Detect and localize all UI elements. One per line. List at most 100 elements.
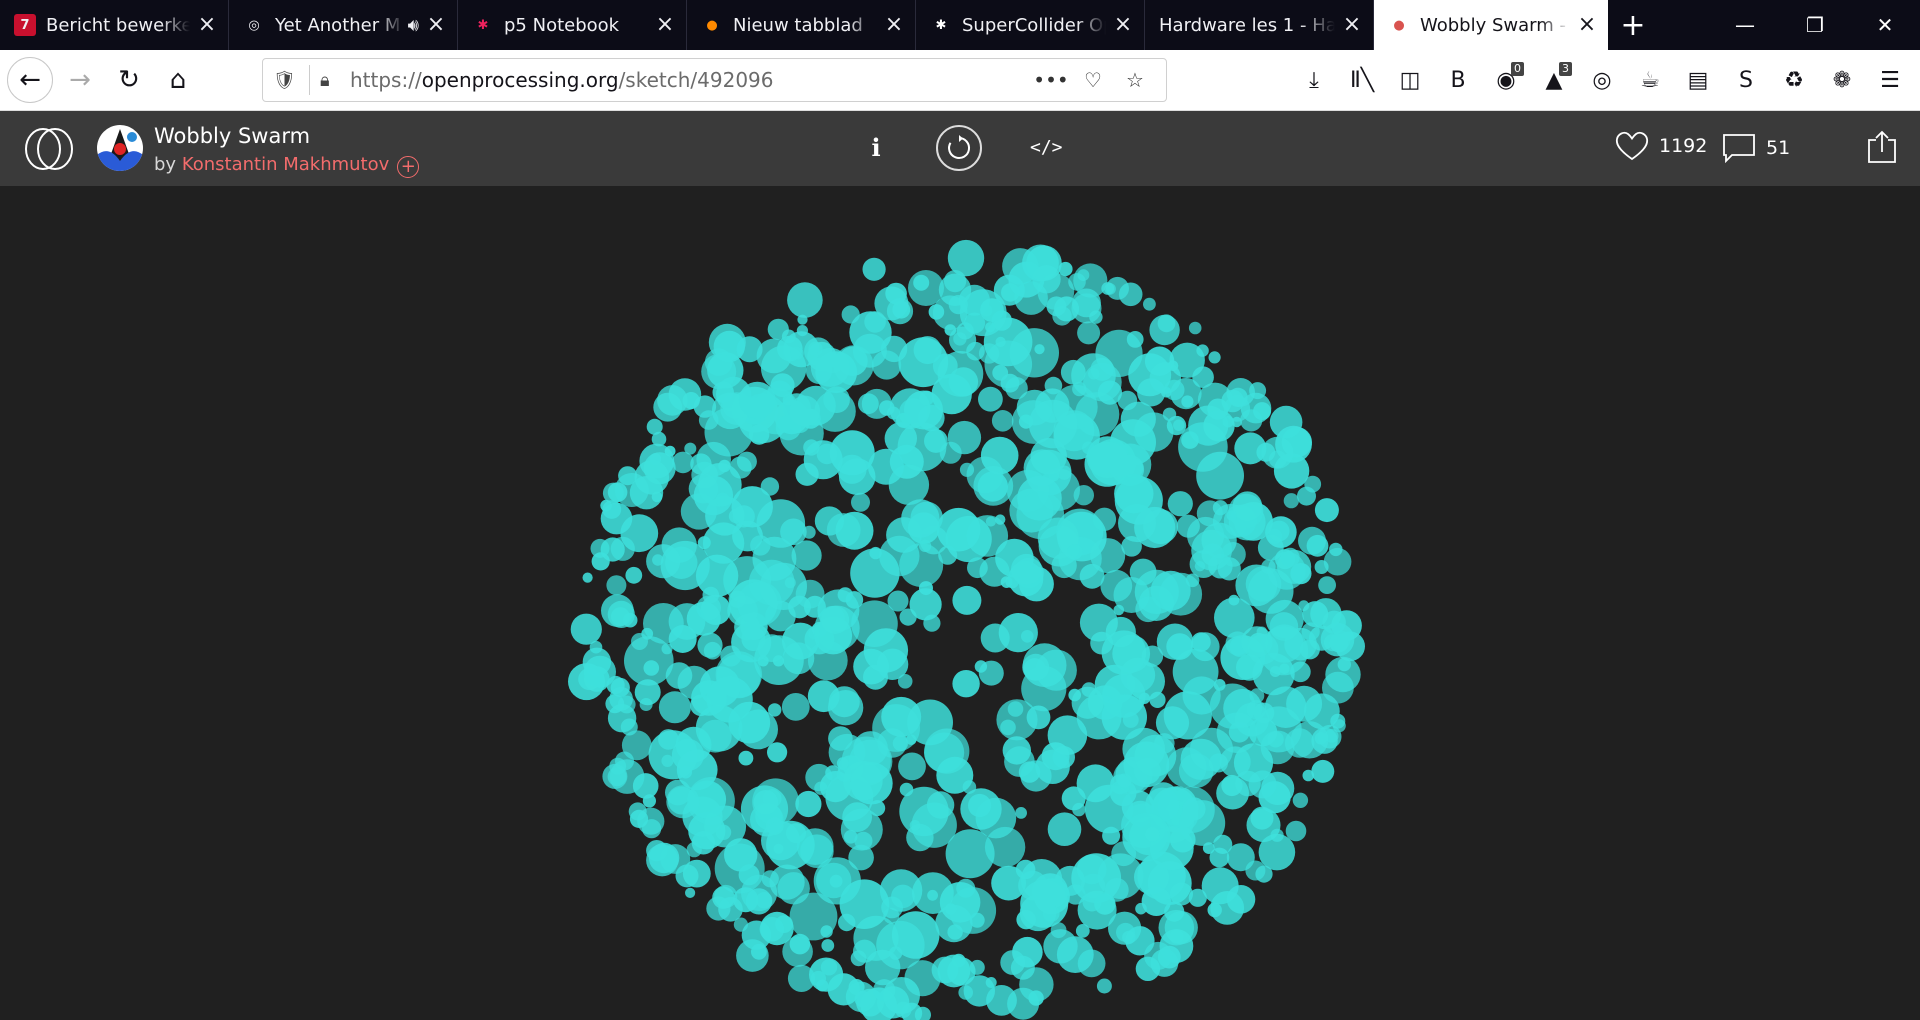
- author-link[interactable]: Konstantin Makhmutov: [182, 154, 389, 175]
- window-controls: — ❐ ✕: [1710, 0, 1920, 50]
- new-tab-button[interactable]: +: [1608, 0, 1658, 50]
- bookmark-star-icon[interactable]: ☆: [1114, 68, 1156, 92]
- swarm-particle: [1167, 491, 1193, 517]
- url-bar[interactable]: 🛡︎ 🔒︎ https://openprocessing.org/sketch/…: [262, 58, 1167, 102]
- swarm-particle: [985, 516, 997, 527]
- swarm-particle: [891, 911, 940, 959]
- close-tab-icon[interactable]: ×: [654, 14, 676, 36]
- swarm-particle: [912, 872, 954, 914]
- lastpass-icon[interactable]: ◎: [1578, 60, 1626, 100]
- swarm-particle: [1094, 893, 1116, 915]
- swarm-particle: [625, 566, 643, 584]
- swarm-particle: [1090, 357, 1114, 381]
- ublock-icon[interactable]: ◉ 0: [1482, 60, 1530, 100]
- downloads-icon[interactable]: ⤓: [1290, 60, 1338, 100]
- tab-4[interactable]: ● Nieuw tabblad ×: [687, 0, 916, 50]
- swarm-particle: [899, 782, 914, 797]
- home-button[interactable]: ⌂: [156, 58, 200, 102]
- close-tab-icon[interactable]: ×: [425, 14, 447, 36]
- close-tab-icon[interactable]: ×: [196, 14, 218, 36]
- openprocessing-logo-icon[interactable]: [22, 125, 78, 173]
- bitwarden-icon[interactable]: B: [1434, 60, 1482, 100]
- tab-1[interactable]: 7 Bericht bewerken ×: [0, 0, 229, 50]
- sidebar-icon[interactable]: ◫: [1386, 60, 1434, 100]
- share-button[interactable]: [1866, 130, 1898, 168]
- swarm-particle: [937, 954, 971, 988]
- minimize-window-button[interactable]: —: [1710, 0, 1780, 50]
- comments-button[interactable]: 51: [1722, 133, 1790, 163]
- coffee-icon[interactable]: ☕: [1626, 60, 1674, 100]
- avatar[interactable]: [97, 125, 143, 171]
- tab-2[interactable]: ◎ Yet Another M 🔊︎ ×: [229, 0, 458, 50]
- swarm-particle: [1258, 781, 1291, 814]
- extension-badge: 3: [1559, 62, 1572, 76]
- swarm-particle: [703, 641, 722, 660]
- close-window-button[interactable]: ✕: [1850, 0, 1920, 50]
- lock-icon[interactable]: 🔒︎: [320, 70, 350, 91]
- close-tab-icon[interactable]: ×: [1341, 14, 1363, 36]
- share-icon: [1868, 130, 1896, 163]
- swarm-particle: [1314, 560, 1329, 574]
- hamburger-menu-icon[interactable]: ☰: [1866, 60, 1914, 100]
- info-button[interactable]: i: [866, 133, 886, 162]
- swarm-particle: [821, 939, 835, 952]
- reader-icon[interactable]: ▤: [1674, 60, 1722, 100]
- swarm-particle: [1144, 941, 1173, 970]
- swarm-particle: [1002, 736, 1031, 765]
- pocket-icon[interactable]: ♡: [1072, 68, 1114, 92]
- swarm-particle: [1279, 663, 1290, 675]
- swarm-particle: [736, 336, 763, 363]
- like-button[interactable]: 1192: [1615, 131, 1707, 161]
- tab-5[interactable]: ✱ SuperCollider Op ×: [916, 0, 1145, 50]
- url-bar-divider: [309, 65, 310, 95]
- follow-author-button[interactable]: +: [397, 156, 420, 178]
- speaker-icon[interactable]: 🔊︎: [408, 15, 419, 36]
- swarm-particle: [749, 424, 770, 445]
- tab-3[interactable]: ✱ p5 Notebook ×: [458, 0, 687, 50]
- swarm-particle: [1228, 387, 1248, 408]
- swarm-particle: [931, 373, 972, 415]
- swarm-particle: [738, 750, 754, 766]
- swarm-particle: [646, 544, 681, 579]
- page-actions-more-icon[interactable]: •••: [1030, 68, 1072, 92]
- reload-button[interactable]: ↻: [107, 58, 151, 102]
- swarm-particle: [862, 257, 886, 281]
- tab-title: Bericht bewerken: [46, 14, 190, 36]
- skype-icon[interactable]: S: [1722, 60, 1770, 100]
- view-code-button[interactable]: </>: [1030, 137, 1063, 158]
- swarm-particle: [944, 324, 957, 336]
- restore-window-button[interactable]: ❐: [1780, 0, 1850, 50]
- swarm-particle: [715, 492, 730, 507]
- url-text[interactable]: https://openprocessing.org/sketch/492096: [350, 68, 774, 92]
- swarm-particle: [821, 605, 850, 634]
- swarm-particle: [897, 674, 913, 689]
- swarm-particle: [1075, 924, 1090, 938]
- swarm-particle: [829, 430, 875, 476]
- sketch-canvas[interactable]: [0, 186, 1920, 1020]
- like-count: 1192: [1659, 135, 1708, 157]
- close-tab-icon[interactable]: ×: [883, 14, 905, 36]
- back-button[interactable]: ←: [7, 57, 53, 103]
- swarm-particle: [947, 924, 963, 940]
- gnome-icon[interactable]: ❁: [1818, 60, 1866, 100]
- url-scheme: https://: [350, 68, 422, 92]
- swarm-particle: [1073, 485, 1095, 506]
- tab-6[interactable]: Hardware les 1 - Hard ×: [1145, 0, 1374, 50]
- reader-icon-glyph: ▤: [1687, 67, 1709, 93]
- swarm-particle: [1141, 886, 1172, 916]
- gnome-icon-glyph: ❁: [1832, 67, 1852, 93]
- recycle-icon[interactable]: ♻: [1770, 60, 1818, 100]
- tab-7[interactable]: ● Wobbly Swarm - (×: [1374, 0, 1608, 50]
- close-tab-icon[interactable]: ×: [1576, 14, 1598, 36]
- swarm-particle: [1137, 378, 1166, 407]
- swarm-particle: [1101, 694, 1148, 740]
- swarm-particle: [1015, 859, 1036, 880]
- forward-button[interactable]: →: [58, 58, 102, 102]
- restart-sketch-button[interactable]: [936, 125, 982, 171]
- tracking-protection-shield-icon[interactable]: 🛡︎: [273, 70, 303, 91]
- swarm-particle: [1290, 563, 1312, 585]
- library-icon[interactable]: Ⅱ╲: [1338, 60, 1386, 100]
- ghostery-icon[interactable]: ▲ 3: [1530, 60, 1578, 100]
- close-tab-icon[interactable]: ×: [1112, 14, 1134, 36]
- swarm-particle: [582, 572, 593, 583]
